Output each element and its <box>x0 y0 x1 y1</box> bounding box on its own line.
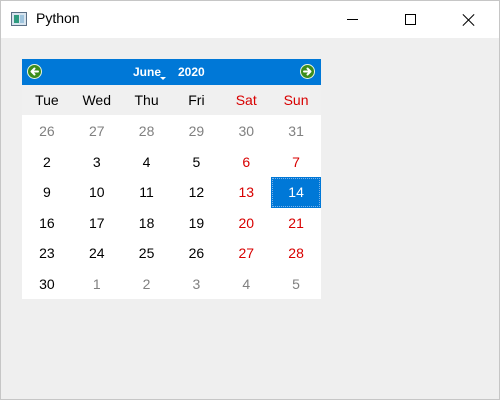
calendar-day[interactable]: 12 <box>171 177 221 208</box>
close-icon <box>462 13 476 27</box>
main-window: Python June 2020 Tue Wed Thu Fri Sat Sun… <box>0 0 500 400</box>
calendar-day[interactable]: 21 <box>271 208 321 239</box>
calendar-day[interactable]: 31 <box>271 116 321 147</box>
calendar-day[interactable]: 24 <box>72 238 122 269</box>
weekday-label: Wed <box>82 92 112 108</box>
calendar-day[interactable]: 4 <box>221 269 271 300</box>
python-window-icon <box>11 12 27 26</box>
calendar-day[interactable]: 30 <box>221 116 271 147</box>
calendar-day[interactable]: 13 <box>221 177 271 208</box>
weekday-label: Tue <box>35 92 59 108</box>
calendar-day[interactable]: 17 <box>72 208 122 239</box>
calendar-day[interactable]: 1 <box>72 269 122 300</box>
calendar-day[interactable]: 5 <box>271 269 321 300</box>
calendar-day[interactable]: 2 <box>22 147 72 178</box>
calendar-day[interactable]: 28 <box>122 116 172 147</box>
month-selector[interactable]: June <box>133 65 161 79</box>
calendar-day[interactable]: 3 <box>171 269 221 300</box>
calendar-day[interactable]: 2 <box>122 269 172 300</box>
weekday-label: Thu <box>134 92 159 108</box>
calendar-day[interactable]: 4 <box>122 147 172 178</box>
minimize-button[interactable] <box>330 1 376 38</box>
title-bar[interactable]: Python <box>1 1 499 38</box>
calendar-day[interactable]: 26 <box>22 116 72 147</box>
window-title: Python <box>36 10 80 26</box>
weekday-label: Sat <box>235 92 257 108</box>
calendar-day[interactable]: 27 <box>221 238 271 269</box>
year-selector[interactable]: 2020 <box>178 65 205 79</box>
calendar-day[interactable]: 27 <box>72 116 122 147</box>
close-button[interactable] <box>446 1 492 38</box>
maximize-icon <box>405 14 416 25</box>
weekday-label: Sun <box>283 92 309 108</box>
minimize-icon <box>347 19 358 20</box>
chevron-down-icon[interactable] <box>160 77 166 80</box>
calendar-day[interactable]: 11 <box>122 177 172 208</box>
calendar-day[interactable]: 26 <box>171 238 221 269</box>
calendar-day[interactable]: 20 <box>221 208 271 239</box>
calendar-day[interactable]: 7 <box>271 147 321 178</box>
calendar-day[interactable]: 28 <box>271 238 321 269</box>
calendar-day[interactable]: 6 <box>221 147 271 178</box>
calendar-navigation-bar: June 2020 <box>22 59 321 85</box>
previous-month-button[interactable] <box>27 64 42 79</box>
next-month-button[interactable] <box>300 64 315 79</box>
calendar-day[interactable]: 10 <box>72 177 122 208</box>
arrow-left-icon <box>30 67 39 76</box>
arrow-right-icon <box>303 67 312 76</box>
calendar-day[interactable]: 25 <box>122 238 172 269</box>
weekday-label: Fri <box>188 92 205 108</box>
calendar-day[interactable]: 19 <box>171 208 221 239</box>
calendar-day[interactable]: 5 <box>171 147 221 178</box>
calendar-day-selected[interactable]: 14 <box>271 177 321 208</box>
calendar-day[interactable]: 23 <box>22 238 72 269</box>
weekday-header: Tue Wed Thu Fri Sat Sun <box>22 85 321 115</box>
calendar-day[interactable]: 18 <box>122 208 172 239</box>
calendar-day[interactable]: 30 <box>22 269 72 300</box>
calendar-day-grid: 26 27 28 29 30 31 2 3 4 5 6 7 9 10 11 12 13 14 16 17 18 19 20 2… <box>22 116 321 299</box>
calendar-day[interactable]: 29 <box>171 116 221 147</box>
calendar-day[interactable]: 16 <box>22 208 72 239</box>
maximize-button[interactable] <box>388 1 434 38</box>
calendar-day[interactable]: 3 <box>72 147 122 178</box>
calendar-widget: June 2020 Tue Wed Thu Fri Sat Sun 26 27 28… <box>22 59 321 299</box>
calendar-day[interactable]: 9 <box>22 177 72 208</box>
